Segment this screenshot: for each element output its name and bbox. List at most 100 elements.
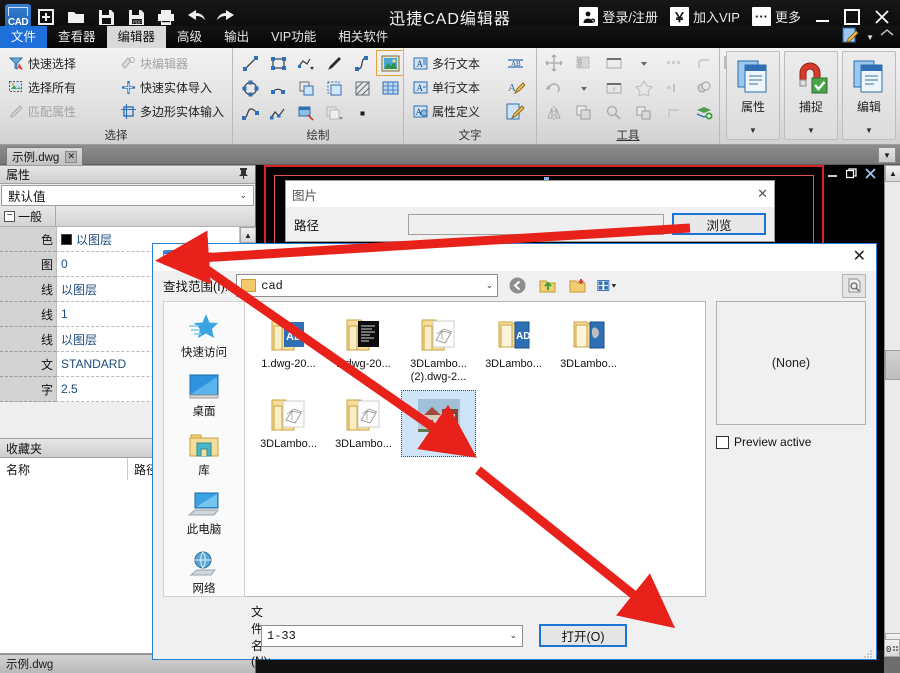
close-icon[interactable]: ✕ [65, 150, 78, 163]
copy-object-icon[interactable] [293, 76, 319, 100]
chevron-down-icon[interactable]: ⌄ [486, 280, 494, 291]
ribbon-multiline-text[interactable]: A 多行文本 [408, 51, 502, 75]
spline-icon[interactable] [237, 101, 263, 125]
extend-icon[interactable] [601, 76, 627, 100]
move-icon[interactable] [541, 51, 567, 75]
up-folder-icon[interactable] [536, 275, 558, 297]
preview-tool-icon[interactable] [842, 273, 866, 298]
menu-item-file[interactable]: 文件 [0, 26, 48, 48]
polyline-dropdown-icon[interactable] [293, 51, 319, 75]
ribbon-quick-select[interactable]: 快速选择 [4, 51, 116, 75]
layer-add-icon[interactable] [691, 101, 717, 125]
ribbon-polygon-entity-input[interactable]: 多边形实体输入 [116, 99, 228, 123]
menu-item-vip[interactable]: VIP功能 [260, 26, 327, 48]
preview-active-checkbox[interactable] [716, 435, 729, 449]
close-icon[interactable]: ✕ [757, 186, 768, 202]
menu-item-editor[interactable]: 编辑器 [106, 26, 167, 48]
chevron-down-icon[interactable]: ▼ [807, 126, 815, 135]
ribbon-select-all[interactable]: 选择所有 [4, 75, 116, 99]
place-this-pc[interactable]: 此电脑 [167, 491, 241, 537]
place-desktop[interactable]: 桌面 [167, 373, 241, 419]
open-button[interactable]: 打开(O) [539, 624, 627, 647]
polyline-icon[interactable] [265, 101, 291, 125]
rectangle-icon[interactable] [265, 51, 291, 75]
scrollbar-thumb[interactable] [885, 350, 900, 380]
ribbon-quick-entity-import[interactable]: 快速实体导入 [116, 75, 228, 99]
place-network[interactable]: 网络 [167, 550, 241, 596]
file-item[interactable]: AD 1.dwg-20... [251, 310, 326, 388]
menu-item-related-software[interactable]: 相关软件 [327, 26, 399, 48]
back-icon[interactable] [506, 275, 528, 297]
line-icon[interactable] [237, 51, 263, 75]
scroll-up-icon[interactable]: ▲ [885, 165, 900, 182]
menu-item-advanced[interactable]: 高级 [166, 26, 213, 48]
point-icon[interactable] [349, 101, 375, 125]
properties-big-button[interactable]: 属性 ▼ [726, 51, 780, 140]
document-tab[interactable]: 示例.dwg ✕ [6, 147, 84, 165]
chevron-down-icon[interactable]: ⌄ [509, 630, 517, 641]
array-icon[interactable] [571, 51, 597, 75]
table-icon[interactable] [377, 76, 403, 100]
ribbon-single-line-text[interactable]: A 单行文本 [408, 75, 502, 99]
collapse-icon[interactable]: − [4, 210, 15, 222]
edit-pen-icon[interactable] [842, 27, 860, 48]
chevron-down-icon[interactable]: ▼ [749, 126, 757, 135]
menu-item-viewer[interactable]: 查看器 [47, 26, 107, 48]
view-mode-icon[interactable] [596, 275, 618, 297]
hatch-icon[interactable] [349, 76, 375, 100]
new-folder-icon[interactable] [566, 275, 588, 297]
chevron-down-icon[interactable]: ▼ [866, 33, 874, 42]
filename-input[interactable]: 1-33 ⌄ [261, 624, 523, 647]
circle-icon[interactable] [237, 76, 263, 100]
file-item-selected[interactable]: 1-33 [401, 390, 476, 457]
offset-icon[interactable] [661, 76, 687, 100]
chevron-down-icon[interactable]: ⌄ [239, 190, 247, 201]
workspace-scrollbar-vertical[interactable]: ▲ ▼ [884, 165, 900, 650]
canvas-close-icon[interactable] [865, 168, 876, 182]
more-button[interactable]: ··· 更多 [747, 5, 806, 29]
home-icon[interactable] [880, 28, 894, 46]
ribbon-block-editor[interactable]: 块编辑器 [116, 51, 228, 75]
trim-icon[interactable] [601, 51, 627, 75]
place-library[interactable]: 库 [167, 432, 241, 478]
scroll-up-icon[interactable]: ▲ [240, 227, 256, 243]
pin-icon[interactable] [238, 167, 249, 183]
coordinate-indicator[interactable]: 0 [884, 639, 900, 657]
text-edit-icon[interactable]: A [502, 75, 528, 99]
canvas-minimize-icon[interactable] [827, 168, 838, 182]
place-quick-access[interactable]: 快速访问 [167, 312, 241, 360]
ribbon-attribute-definition[interactable]: A 属性定义 [408, 99, 502, 123]
align-icon[interactable] [661, 51, 687, 75]
rotate-icon[interactable] [541, 76, 567, 100]
chevron-down-icon[interactable]: ▼ [865, 126, 873, 135]
file-list[interactable]: AD 1.dwg-20... 1.dwg-20... 3DLambo... (2… [245, 301, 706, 597]
file-item[interactable]: 3DLambo... [251, 390, 326, 457]
scale-icon[interactable] [601, 101, 627, 125]
block-insert-icon[interactable] [293, 101, 319, 125]
arc-icon[interactable] [265, 76, 291, 100]
copy-icon[interactable] [571, 101, 597, 125]
chamfer-icon[interactable] [661, 101, 687, 125]
helix-icon[interactable] [349, 51, 375, 75]
chevron-down-icon[interactable]: ▼ [878, 147, 896, 163]
image-path-input[interactable] [408, 213, 664, 235]
edit-big-button[interactable]: 编辑 ▼ [842, 51, 896, 140]
array-dropdown-icon[interactable] [571, 76, 597, 100]
join-vip-button[interactable]: ￥ 加入VIP [665, 5, 745, 29]
properties-group-header[interactable]: − 一般 [0, 206, 255, 227]
hatch-region-icon[interactable] [321, 76, 347, 100]
resize-grip[interactable] [862, 646, 873, 658]
region-dropdown-icon[interactable] [321, 101, 347, 125]
union-icon[interactable] [691, 76, 717, 100]
text-style-icon[interactable]: AB [502, 51, 528, 75]
file-item[interactable]: 3DLambo... (2).dwg-2... [401, 310, 476, 388]
scale-dropdown-icon[interactable] [631, 51, 657, 75]
file-item[interactable]: 3DLambo... [326, 390, 401, 457]
login-register-button[interactable]: 登录/注册 [574, 5, 663, 29]
ribbon-match-properties[interactable]: 匹配属性 [4, 99, 116, 123]
look-in-combo[interactable]: cad ⌄ [236, 274, 499, 298]
mirror-icon[interactable] [541, 101, 567, 125]
fillet-icon[interactable] [691, 51, 717, 75]
file-item[interactable]: 3DLambo... [551, 310, 626, 388]
close-icon[interactable]: ✕ [853, 249, 866, 265]
